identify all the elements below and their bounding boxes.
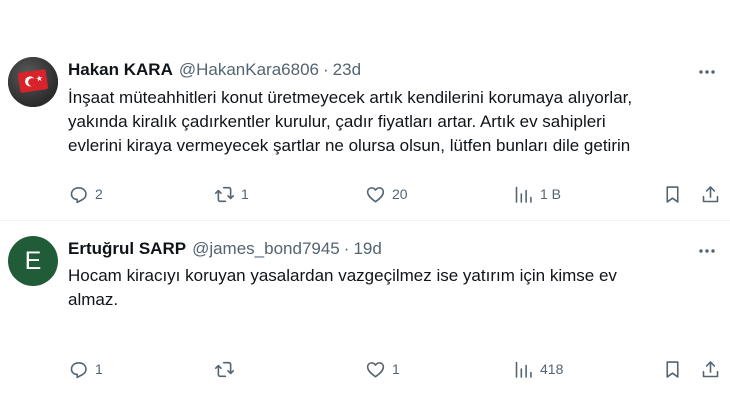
like-icon — [366, 186, 385, 202]
bookmark-icon — [666, 185, 679, 203]
separator-dot: · — [343, 239, 350, 258]
avatar[interactable]: E — [8, 236, 58, 286]
repost-icon — [214, 361, 235, 377]
share-icon — [702, 185, 719, 202]
author-name[interactable]: Hakan KARA — [68, 60, 173, 80]
reply-count: 1 — [95, 361, 103, 377]
views-button[interactable]: 418 — [513, 356, 563, 382]
reply-icon — [70, 186, 87, 203]
tweet-text-line: almaz. — [68, 290, 119, 309]
repost-button[interactable]: 1 — [214, 181, 249, 207]
tweet-text-line: Hocam kiracıyı koruyan yasalardan vazgeç… — [68, 266, 617, 285]
like-icon — [366, 361, 385, 377]
avatar[interactable]: ★ — [8, 57, 58, 107]
tweet-actions: 1 1 418 — [0, 356, 730, 382]
bookmark-button[interactable] — [662, 181, 683, 207]
tweet-text: İnşaat müteahhitleri konut üretmeyecek a… — [68, 86, 720, 158]
views-count: 1 B — [540, 186, 562, 202]
separator-dot: · — [323, 60, 329, 79]
like-button[interactable]: 1 — [365, 356, 400, 382]
views-button[interactable]: 1 B — [513, 181, 561, 207]
tweet-text-line: İnşaat müteahhitleri konut üretmeyecek a… — [68, 88, 633, 107]
bookmark-icon — [666, 360, 679, 378]
more-icon — [699, 70, 715, 74]
tweet-actions: 2 1 20 1 B — [0, 181, 730, 207]
tweet-header: Ertuğrul SARP @james_bond7945 · 19d — [68, 239, 382, 261]
tweet[interactable]: E Ertuğrul SARP @james_bond7945 · 19d Ho… — [0, 222, 730, 420]
reply-button[interactable]: 2 — [68, 181, 103, 207]
share-icon — [702, 360, 719, 377]
tweet-text-line: evlerini kiraya vermeyecek şartlar ne ol… — [68, 136, 631, 155]
timestamp[interactable]: 19d — [353, 239, 381, 259]
more-button[interactable] — [696, 240, 718, 262]
views-icon — [515, 186, 532, 203]
share-button[interactable] — [700, 356, 721, 382]
author-name[interactable]: Ertuğrul SARP — [68, 239, 186, 259]
like-count: 1 — [392, 361, 400, 377]
timestamp[interactable]: 23d — [333, 60, 361, 80]
like-button[interactable]: 20 — [365, 181, 408, 207]
repost-button[interactable] — [214, 356, 241, 382]
reply-icon — [70, 361, 87, 378]
tweet-header: Hakan KARA @HakanKara6806 · 23d — [68, 60, 361, 82]
reply-count: 2 — [95, 186, 103, 202]
author-handle[interactable]: @HakanKara6806 — [179, 60, 319, 80]
views-icon — [515, 361, 532, 378]
repost-count: 1 — [241, 186, 249, 202]
turkish-flag-icon: ★ — [17, 69, 49, 93]
like-count: 20 — [392, 186, 408, 202]
tweet-text: Hocam kiracıyı koruyan yasalardan vazgeç… — [68, 264, 720, 312]
tweet[interactable]: ★ Hakan KARA @HakanKara6806 · 23d İnşaat… — [0, 0, 730, 221]
tweet-text-line: yakında kiralık çadırkentler kurulur, ça… — [68, 112, 606, 131]
author-handle[interactable]: @james_bond7945 — [192, 239, 340, 259]
more-icon — [699, 249, 715, 253]
views-count: 418 — [540, 361, 564, 377]
repost-icon — [214, 186, 235, 202]
share-button[interactable] — [700, 181, 721, 207]
more-button[interactable] — [696, 61, 718, 83]
bookmark-button[interactable] — [662, 356, 683, 382]
reply-button[interactable]: 1 — [68, 356, 103, 382]
